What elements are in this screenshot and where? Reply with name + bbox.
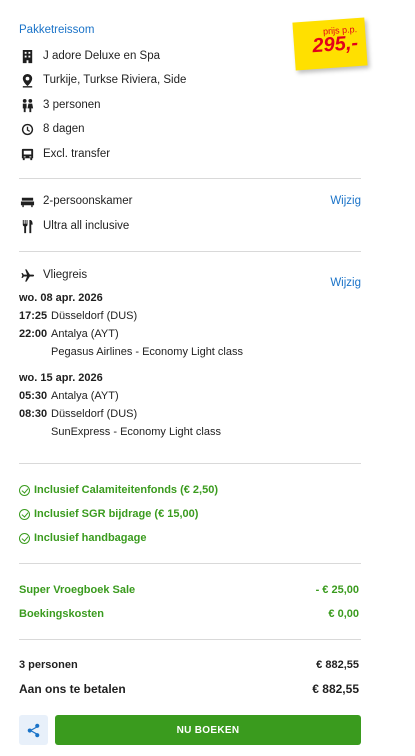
persons-row: 3 personen xyxy=(19,96,361,114)
package-title: Pakketreissom xyxy=(19,24,95,36)
check-circle-icon xyxy=(19,484,30,496)
board-type: Ultra all inclusive xyxy=(43,220,130,232)
outbound-dep-airport: Düsseldorf (DUS) xyxy=(51,310,138,322)
divider xyxy=(19,563,361,564)
share-button[interactable] xyxy=(19,715,48,745)
return-arr-time: 08:30 xyxy=(19,408,48,420)
cutlery-icon xyxy=(19,218,35,234)
share-icon xyxy=(26,723,41,738)
location-pin-icon xyxy=(19,72,35,88)
outbound-arr-airport: Antalya (AYT) xyxy=(51,328,119,340)
flight-row: Vliegreis Wijzig xyxy=(19,266,361,289)
flight-label: Vliegreis xyxy=(43,269,88,281)
inclusion-item: Inclusief Calamiteitenfonds (€ 2,50) xyxy=(19,484,218,496)
change-room-link[interactable]: Wijzig xyxy=(330,195,361,207)
return-departure: 05:30 Antalya (AYT) xyxy=(19,390,119,402)
destination: Turkije, Turkse Riviera, Side xyxy=(43,74,187,86)
booking-costs-line: Boekingskosten € 0,00 xyxy=(19,608,359,620)
transfer-row: Excl. transfer xyxy=(19,145,361,163)
divider xyxy=(19,178,361,179)
divider xyxy=(19,251,361,252)
divider xyxy=(19,463,361,464)
inclusion-item: Inclusief SGR bijdrage (€ 15,00) xyxy=(19,508,198,520)
clock-icon xyxy=(19,121,35,137)
inclusion-item: Inclusief handbagage xyxy=(19,532,146,544)
outbound-arrival: 22:00 Antalya (AYT) xyxy=(19,328,119,340)
sale-value: - € 25,00 xyxy=(315,584,359,596)
persons-icon xyxy=(19,97,35,113)
return-date: wo. 15 apr. 2026 xyxy=(19,372,103,384)
outbound-date: wo. 08 apr. 2026 xyxy=(19,292,103,304)
change-flight-link[interactable]: Wijzig xyxy=(330,277,361,289)
pay-total-label: Aan ons te betalen xyxy=(19,682,126,696)
booking-costs-label: Boekingskosten xyxy=(19,608,104,620)
destination-row: Turkije, Turkse Riviera, Side xyxy=(19,71,361,89)
persons-total-value: € 882,55 xyxy=(316,659,359,671)
pay-total-line: Aan ons te betalen € 882,55 xyxy=(19,682,359,696)
booking-costs-value: € 0,00 xyxy=(328,608,359,620)
bed-icon xyxy=(19,193,35,209)
sale-label: Super Vroegboek Sale xyxy=(19,584,136,596)
duration: 8 dagen xyxy=(43,123,85,135)
return-dep-time: 05:30 xyxy=(19,390,48,402)
check-circle-icon xyxy=(19,532,30,544)
outbound-arr-time: 22:00 xyxy=(19,328,48,340)
return-arr-airport: Düsseldorf (DUS) xyxy=(51,408,138,420)
return-arrival: 08:30 Düsseldorf (DUS) xyxy=(19,408,137,420)
sale-line: Super Vroegboek Sale - € 25,00 xyxy=(19,584,359,596)
book-now-button[interactable]: NU BOEKEN xyxy=(55,715,361,745)
persons-total-label: 3 personen xyxy=(19,659,78,671)
room-type: 2-persoonskamer xyxy=(43,195,133,207)
transfer: Excl. transfer xyxy=(43,148,111,160)
divider xyxy=(19,639,361,640)
duration-row: 8 dagen xyxy=(19,120,361,138)
board-row: Ultra all inclusive xyxy=(19,217,361,235)
persons-total-line: 3 personen € 882,55 xyxy=(19,659,359,671)
building-icon xyxy=(19,48,35,64)
hotel-row: J adore Deluxe en Spa xyxy=(19,47,361,65)
return-airline: SunExpress - Economy Light class xyxy=(51,426,221,438)
pay-total-value: € 882,55 xyxy=(312,682,359,696)
bus-icon xyxy=(19,146,35,162)
return-dep-airport: Antalya (AYT) xyxy=(51,390,119,402)
room-row: 2-persoonskamer Wijzig xyxy=(19,192,361,210)
check-circle-icon xyxy=(19,508,30,520)
airplane-icon xyxy=(19,267,35,283)
outbound-airline: Pegasus Airlines - Economy Light class xyxy=(51,346,243,358)
hotel-name: J adore Deluxe en Spa xyxy=(43,50,160,62)
persons-count: 3 personen xyxy=(43,99,101,111)
outbound-departure: 17:25 Düsseldorf (DUS) xyxy=(19,310,137,322)
outbound-dep-time: 17:25 xyxy=(19,310,48,322)
